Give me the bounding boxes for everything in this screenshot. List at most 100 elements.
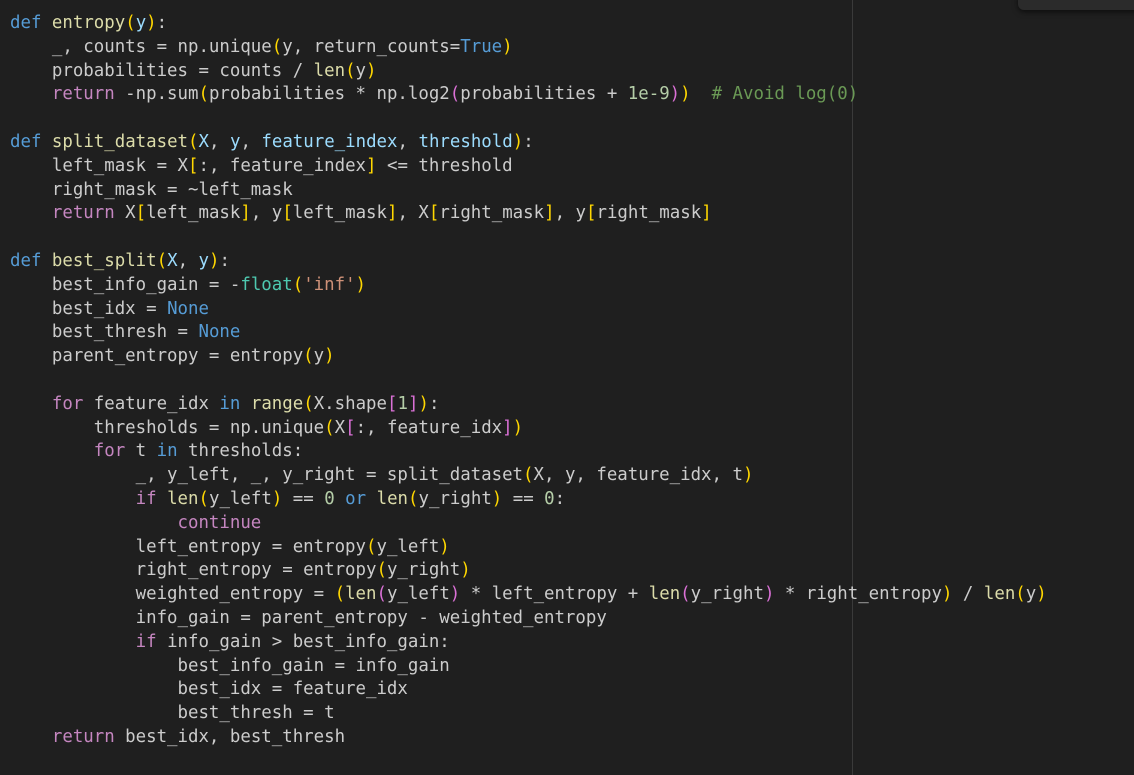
code-token: [ — [586, 203, 597, 224]
code-line[interactable]: _, y_left, _, y_right = split_dataset(X,… — [0, 464, 1047, 488]
code-token: [ — [428, 203, 440, 224]
code-line[interactable]: _, counts = np.unique(y, return_counts=T… — [0, 36, 1047, 60]
code-token: :, feature_index — [198, 155, 367, 176]
code-token: :, feature_idx — [355, 417, 503, 438]
code-token: ) — [439, 536, 450, 557]
code-token: X, y, feature_idx, t — [533, 465, 743, 486]
code-token: ( — [324, 417, 335, 438]
code-line[interactable]: for feature_idx in range(X.shape[1]): — [0, 393, 1047, 417]
code-token: best_idx = — [10, 298, 168, 319]
code-token: return — [10, 84, 115, 105]
code-token: ) — [763, 584, 775, 605]
code-line[interactable]: left_entropy = entropy(y_left) — [0, 536, 1047, 560]
code-line[interactable]: def split_dataset(X, y, feature_index, t… — [0, 131, 1047, 155]
code-token: continue — [10, 512, 262, 533]
code-token: y_left — [376, 536, 440, 557]
code-token: len — [983, 584, 1016, 605]
code-line[interactable] — [0, 226, 1047, 250]
code-line[interactable]: right_mask = ~left_mask — [0, 179, 1047, 203]
code-token: thresholds = np.unique — [10, 417, 325, 438]
code-token: y_right — [690, 584, 764, 605]
code-line[interactable]: best_thresh = None — [0, 321, 1047, 345]
code-line[interactable]: parent_entropy = entropy(y) — [0, 345, 1047, 369]
code-token: ( — [198, 84, 209, 105]
code-token: best_split — [51, 250, 157, 271]
code-editor[interactable]: def entropy(y): _, counts = np.unique(y,… — [0, 0, 1134, 775]
code-token: ( — [376, 584, 387, 605]
code-token: y — [198, 250, 210, 271]
code-token: y — [135, 13, 147, 33]
code-line[interactable]: left_mask = X[:, feature_index] <= thres… — [0, 155, 1047, 179]
code-token: * right_entropy — [774, 584, 942, 605]
code-line[interactable]: best_info_gain = -float('inf') — [0, 274, 1047, 298]
code-token: : — [156, 13, 168, 33]
code-token: right_entropy = entropy — [10, 560, 377, 581]
code-token: def — [10, 250, 42, 271]
code-token: best_info_gain = info_gain — [10, 655, 450, 676]
code-line[interactable]: weighted_entropy = (len(y_left) * left_e… — [0, 583, 1047, 607]
code-token: _, y_left, _, y_right = split_dataset — [10, 465, 524, 486]
code-line[interactable]: continue — [0, 512, 1047, 536]
code-token: ) — [449, 584, 461, 605]
code-token: 'inf' — [303, 274, 356, 295]
code-line[interactable]: info_gain = parent_entropy - weighted_en… — [0, 607, 1047, 631]
code-token: ) — [502, 36, 513, 57]
code-line[interactable]: right_entropy = entropy(y_right) — [0, 559, 1047, 583]
code-token: right_mask — [596, 203, 702, 224]
code-token: feature_idx — [83, 393, 220, 414]
code-token: 1e-9 — [627, 84, 670, 105]
code-token: ( — [376, 560, 387, 581]
code-token: ( — [303, 346, 314, 367]
code-token: y_left — [208, 488, 272, 509]
code-token: ] — [387, 203, 398, 224]
code-token: right_mask = ~left_mask — [10, 179, 293, 200]
code-line[interactable]: best_idx = feature_idx — [0, 678, 1047, 702]
code-line[interactable] — [0, 107, 1047, 131]
find-widget-edge — [1018, 0, 1134, 10]
code-token: X — [114, 203, 136, 224]
code-line[interactable]: best_idx = None — [0, 298, 1047, 322]
code-token: range — [250, 393, 304, 414]
code-token: True — [460, 36, 503, 57]
code-line[interactable]: thresholds = np.unique(X[:, feature_idx]… — [0, 417, 1047, 441]
code-line[interactable]: if len(y_left) == 0 or len(y_right) == 0… — [0, 488, 1047, 512]
code-token: len — [167, 488, 199, 509]
code-token: ] — [701, 203, 712, 224]
code-line[interactable]: def best_split(X, y): — [0, 250, 1047, 274]
code-line[interactable]: best_info_gain = info_gain — [0, 655, 1047, 679]
code-token: , — [240, 131, 262, 152]
code-token: ( — [523, 465, 534, 486]
code-line[interactable]: best_thresh = t — [0, 702, 1047, 726]
code-token: None — [198, 322, 241, 343]
code-token: ) — [941, 584, 953, 605]
code-token: ( — [271, 36, 283, 57]
code-token: ( — [125, 13, 136, 33]
code-token: 0 — [324, 488, 335, 509]
code-token: X.shape — [313, 393, 387, 414]
code-line[interactable]: if info_gain > best_info_gain: — [0, 631, 1047, 655]
code-line[interactable] — [0, 369, 1047, 393]
code-token: ) — [680, 84, 691, 105]
code-token: == — [502, 488, 545, 509]
code-token: / — [952, 584, 984, 605]
code-area[interactable]: def entropy(y): _, counts = np.unique(y,… — [0, 12, 1047, 750]
code-token: ) — [669, 84, 681, 105]
code-token: len — [376, 488, 409, 509]
code-token: right_mask — [439, 203, 545, 224]
code-token: == — [282, 488, 325, 509]
code-token: : — [554, 488, 566, 509]
code-token: : — [219, 250, 230, 271]
code-line[interactable]: probabilities = counts / len(y) — [0, 60, 1047, 84]
code-line[interactable]: for t in thresholds: — [0, 440, 1047, 464]
code-line[interactable]: return best_idx, best_thresh — [0, 726, 1047, 750]
code-line[interactable]: def entropy(y): — [0, 12, 1047, 36]
code-line[interactable]: return -np.sum(probabilities * np.log2(p… — [0, 83, 1047, 107]
code-line[interactable]: return X[left_mask], y[left_mask], X[rig… — [0, 202, 1047, 226]
code-token: probabilities + — [460, 84, 628, 105]
